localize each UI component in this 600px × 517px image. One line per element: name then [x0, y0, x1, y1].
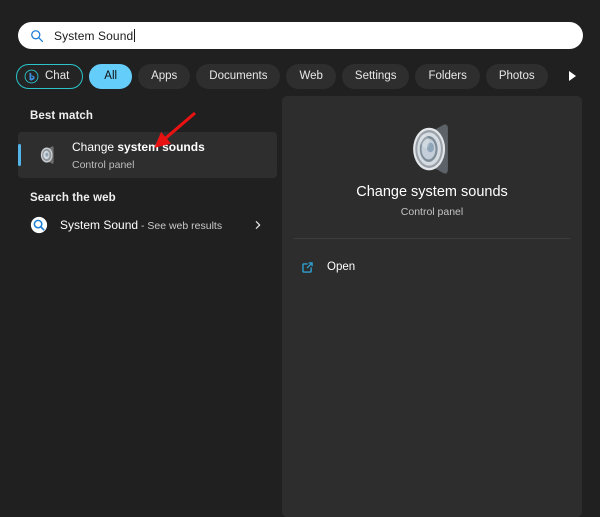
chip-photos-label: Photos	[498, 70, 535, 82]
chip-documents-label: Documents	[209, 70, 268, 82]
result-title-plain: Change	[72, 140, 118, 155]
chip-all-label: All	[104, 70, 118, 82]
open-button-label: Open	[327, 261, 356, 273]
chip-overflow-group	[554, 62, 600, 90]
web-result-label: System Sound - See web results	[60, 218, 222, 232]
chip-settings-label: Settings	[354, 70, 397, 82]
windows-search-panel: System Sound Chat All Apps Documents Web…	[0, 0, 600, 517]
web-search-icon	[28, 214, 50, 236]
preview-title: Change system sounds	[356, 184, 508, 200]
chip-photos[interactable]: Photos	[485, 63, 548, 89]
result-title: Change system sounds	[72, 140, 205, 154]
results-pane: Best match Change system sounds Control …	[0, 96, 280, 517]
chip-web[interactable]: Web	[286, 63, 336, 89]
preview-divider	[294, 238, 570, 239]
web-result-suffix: - See web results	[138, 220, 223, 232]
open-button[interactable]: Open	[292, 254, 363, 280]
search-the-web-heading: Search the web	[30, 192, 116, 204]
text-caret	[134, 29, 136, 42]
chip-apps[interactable]: Apps	[138, 63, 191, 89]
result-subtitle: Control panel	[72, 159, 135, 172]
search-icon	[30, 29, 44, 43]
chip-chat-label: Chat	[45, 70, 70, 82]
chip-folders[interactable]: Folders	[415, 63, 480, 89]
result-text-block: Change system sounds Control panel	[72, 137, 205, 172]
chip-all[interactable]: All	[89, 63, 133, 89]
result-item-change-system-sounds[interactable]: Change system sounds Control panel	[18, 132, 277, 178]
web-result-query: System Sound	[60, 218, 139, 232]
chip-apps-label: Apps	[151, 70, 178, 82]
chip-web-label: Web	[299, 70, 323, 82]
chip-folders-label: Folders	[428, 70, 467, 82]
external-link-icon	[300, 260, 315, 275]
ellipsis-icon[interactable]	[594, 63, 600, 89]
chip-documents[interactable]: Documents	[196, 63, 281, 89]
chip-settings[interactable]: Settings	[341, 63, 410, 89]
result-item-web-search[interactable]: System Sound - See web results	[18, 208, 277, 242]
search-input[interactable]: System Sound	[54, 29, 133, 43]
speaker-icon	[34, 141, 62, 169]
chip-chat[interactable]: Chat	[16, 63, 84, 89]
preview-subtitle: Control panel	[400, 206, 464, 218]
speaker-icon	[401, 118, 463, 180]
best-match-heading: Best match	[30, 110, 93, 122]
play-arrow-icon[interactable]	[560, 63, 586, 89]
selection-accent-bar	[18, 144, 21, 166]
filter-chip-row: Chat All Apps Documents Web Settings Fol…	[16, 63, 600, 89]
result-title-bold: system sounds	[117, 140, 205, 155]
search-box[interactable]: System Sound	[18, 22, 583, 49]
chevron-right-icon[interactable]	[253, 220, 263, 230]
bing-chat-icon	[24, 69, 39, 84]
preview-pane: Change system sounds Control panel Open	[282, 96, 582, 517]
